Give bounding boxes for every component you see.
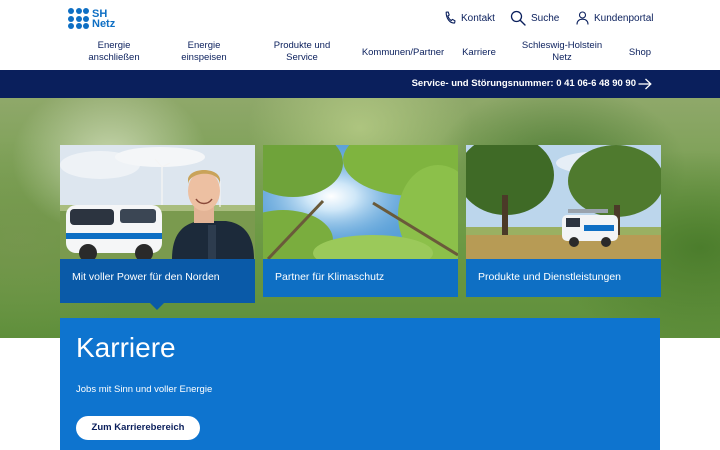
card-image-trees bbox=[263, 145, 458, 259]
search-icon bbox=[510, 10, 526, 26]
kundenportal-link[interactable]: Kundenportal bbox=[576, 9, 654, 27]
user-icon bbox=[576, 11, 589, 25]
card-mit-voller-power[interactable]: Mit voller Power für den Norden bbox=[60, 145, 255, 310]
arrow-right-icon bbox=[638, 78, 652, 90]
suche-label: Suche bbox=[531, 12, 560, 24]
main-nav: Energie anschließen Energie einspeisen P… bbox=[0, 40, 720, 68]
nav-item-line-1: Produkte und bbox=[273, 40, 331, 51]
karriere-section: Karriere Jobs mit Sinn und voller Energi… bbox=[60, 318, 660, 450]
nav-item-line-2: anschließen bbox=[88, 52, 140, 63]
site-header: SH Netz Kontakt Suche Kundenportal Energ… bbox=[0, 0, 720, 70]
nav-item-line-1: Kommunen/Partner bbox=[361, 47, 445, 58]
logo-line-1: SH bbox=[92, 7, 108, 20]
card-produkte-und-dienstleistungen[interactable]: Produkte und Dienstleistungen bbox=[466, 145, 661, 297]
logo-dots bbox=[68, 8, 89, 29]
nav-item-energie-einspeisen[interactable]: Energie einspeisen bbox=[172, 40, 236, 64]
nav-item-line-2: Service bbox=[286, 52, 318, 63]
nav-item-energie-anschliessen[interactable]: Energie anschließen bbox=[78, 40, 150, 64]
nav-item-line-1: Schleswig-Holstein bbox=[521, 40, 603, 51]
card-label: Mit voller Power für den Norden bbox=[60, 259, 255, 303]
card-image-van bbox=[466, 145, 661, 259]
nav-item-line-1: Shop bbox=[628, 47, 652, 58]
nav-item-line-1: Energie bbox=[187, 40, 221, 51]
kundenportal-label: Kundenportal bbox=[594, 12, 654, 24]
karriere-subtitle: Jobs mit Sinn und voller Energie bbox=[76, 384, 213, 395]
card-image-technician bbox=[60, 145, 255, 259]
kontakt-label: Kontakt bbox=[461, 12, 495, 24]
kontakt-link[interactable]: Kontakt bbox=[444, 9, 495, 27]
card-partner-fuer-klimaschutz[interactable]: Partner für Klimaschutz bbox=[263, 145, 458, 297]
nav-item-schleswig-holstein-netz[interactable]: Schleswig-Holstein Netz bbox=[514, 40, 610, 64]
service-number-text: Service- und Störungsnummer: 0 41 06-6 4… bbox=[411, 78, 636, 89]
nav-item-line-2: Netz bbox=[552, 52, 572, 63]
nav-item-line-1: Karriere bbox=[462, 47, 496, 58]
zum-karrierebereich-button[interactable]: Zum Karrierebereich bbox=[76, 416, 200, 440]
sh-netz-logo[interactable]: SH Netz bbox=[68, 8, 115, 29]
nav-item-karriere[interactable]: Karriere bbox=[458, 47, 500, 59]
nav-item-line-2: einspeisen bbox=[181, 52, 227, 63]
card-caret bbox=[150, 303, 164, 310]
logo-text: SH Netz bbox=[92, 7, 116, 30]
logo-line-2: Netz bbox=[92, 17, 116, 30]
suche-link[interactable]: Suche bbox=[510, 9, 559, 27]
nav-item-kommunen-partner[interactable]: Kommunen/Partner bbox=[358, 47, 448, 59]
karriere-title: Karriere bbox=[76, 332, 176, 363]
service-bar[interactable]: Service- und Störungsnummer: 0 41 06-6 4… bbox=[0, 70, 720, 98]
nav-item-line-1: Energie bbox=[97, 40, 131, 51]
nav-item-produkte-und-service[interactable]: Produkte und Service bbox=[268, 40, 336, 64]
phone-icon bbox=[445, 11, 456, 24]
nav-item-shop[interactable]: Shop bbox=[624, 47, 656, 59]
card-label: Partner für Klimaschutz bbox=[263, 259, 458, 297]
card-label: Produkte und Dienstleistungen bbox=[466, 259, 661, 297]
